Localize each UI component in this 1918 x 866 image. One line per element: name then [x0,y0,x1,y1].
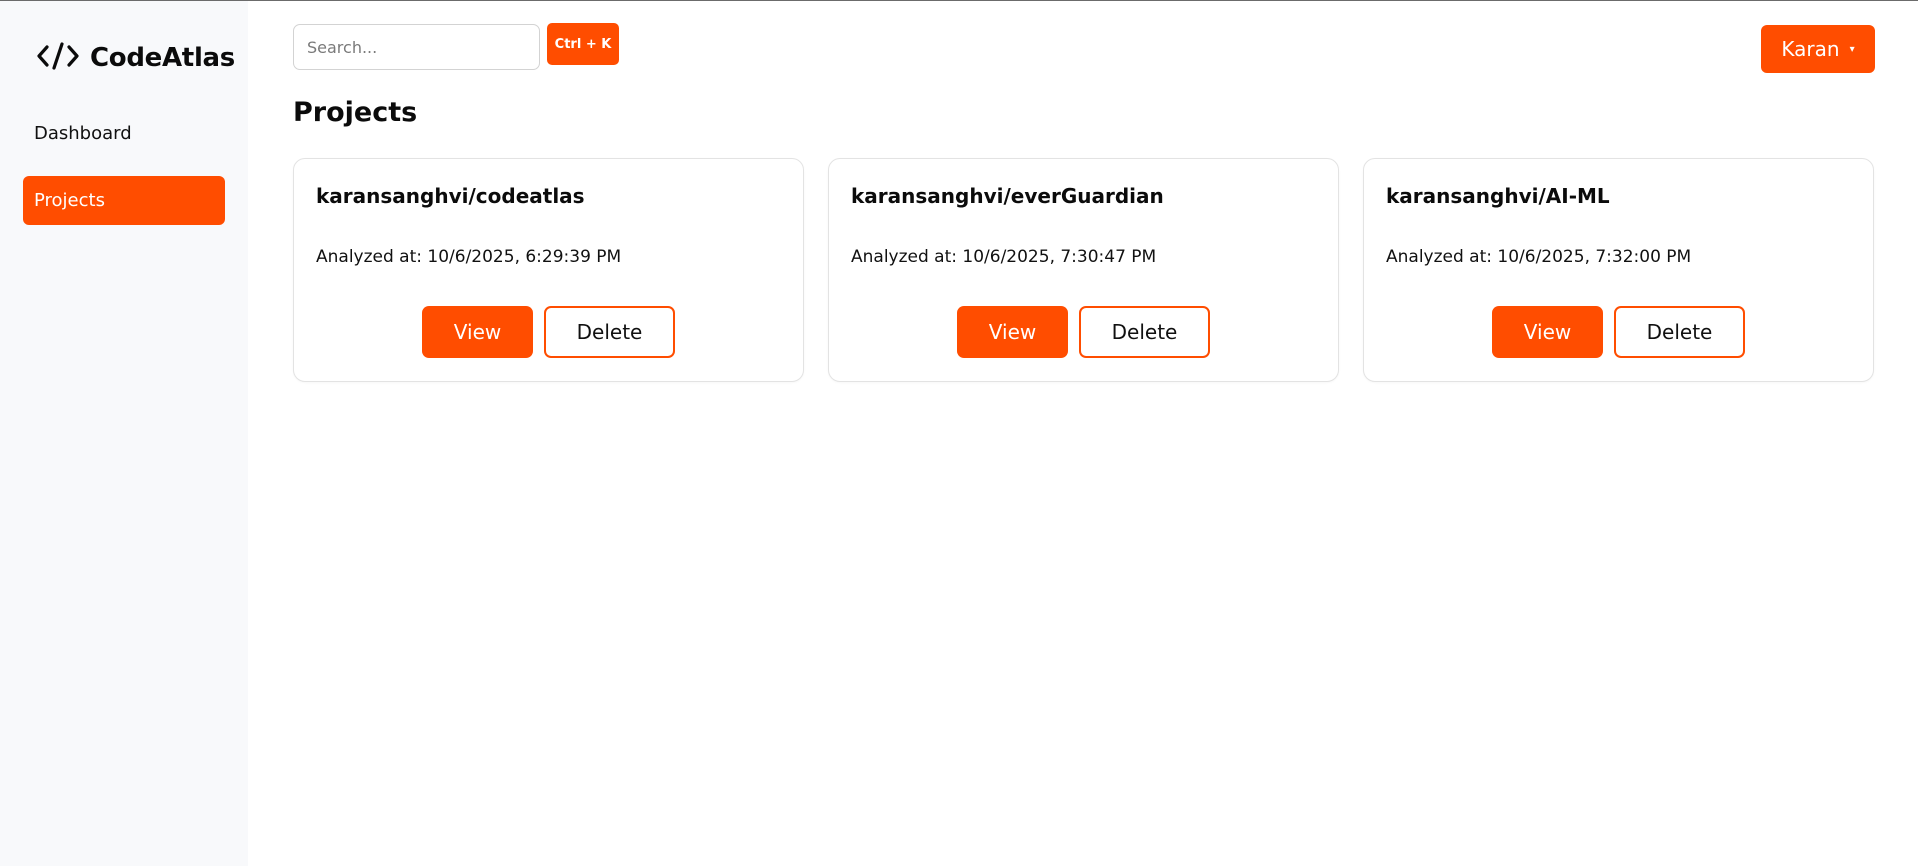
code-brackets-icon [36,41,80,75]
user-menu-button[interactable]: Karan ▾ [1761,25,1875,73]
sidebar: CodeAtlas Dashboard Projects [0,1,248,866]
sidebar-item-projects[interactable]: Projects [23,176,225,225]
search-input[interactable] [293,24,540,70]
project-analyzed-at: Analyzed at: 10/6/2025, 7:32:00 PM [1386,247,1692,267]
project-card: karansanghvi/codeatlas Analyzed at: 10/6… [293,158,804,382]
delete-button[interactable]: Delete [1079,306,1210,358]
page-title: Projects [293,97,418,128]
delete-button[interactable]: Delete [1614,306,1745,358]
view-button[interactable]: View [957,306,1068,358]
user-name: Karan [1781,37,1840,61]
brand-logo[interactable]: CodeAtlas [36,41,235,75]
sidebar-item-label: Projects [34,190,105,211]
project-name: karansanghvi/codeatlas [316,184,585,208]
brand-name: CodeAtlas [90,43,235,73]
project-name: karansanghvi/everGuardian [851,184,1164,208]
sidebar-item-label: Dashboard [34,123,132,144]
chevron-down-icon: ▾ [1849,43,1855,55]
project-analyzed-at: Analyzed at: 10/6/2025, 6:29:39 PM [316,247,622,267]
view-button[interactable]: View [1492,306,1603,358]
project-analyzed-at: Analyzed at: 10/6/2025, 7:30:47 PM [851,247,1157,267]
project-name: karansanghvi/AI-ML [1386,184,1610,208]
delete-button[interactable]: Delete [544,306,675,358]
view-button[interactable]: View [422,306,533,358]
project-card: karansanghvi/AI-ML Analyzed at: 10/6/202… [1363,158,1874,382]
search-shortcut-badge[interactable]: Ctrl + K [547,23,619,65]
project-card: karansanghvi/everGuardian Analyzed at: 1… [828,158,1339,382]
sidebar-item-dashboard[interactable]: Dashboard [23,109,225,158]
